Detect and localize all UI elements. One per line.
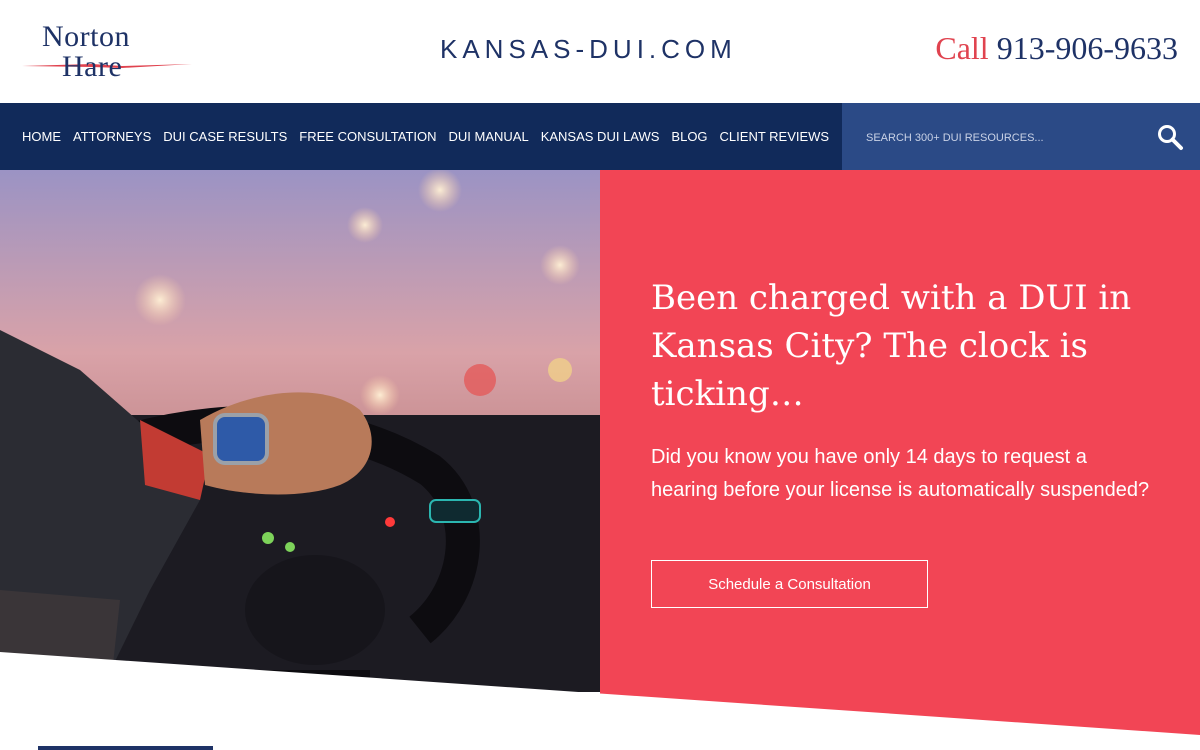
logo-line-2: Hare [62, 50, 123, 83]
search-icon[interactable] [1156, 123, 1184, 151]
norton-hare-logo[interactable]: Norton Hare [22, 18, 192, 84]
hero-headline: Been charged with a DUI in Kansas City? … [651, 278, 1132, 414]
search-bar [842, 103, 1200, 170]
phone-number: 913-906-9633 [996, 30, 1178, 66]
nav-item-kansas-dui-laws[interactable]: KANSAS DUI LAWS [541, 129, 660, 144]
nav-item-attorneys[interactable]: ATTORNEYS [73, 129, 151, 144]
search-input[interactable] [864, 125, 1138, 151]
phone-link[interactable]: Call 913-906-9633 [935, 30, 1178, 67]
logo-line-1: Norton [42, 20, 130, 53]
nav-item-home[interactable]: HOME [22, 129, 61, 144]
nav-item-free-consultation[interactable]: FREE CONSULTATION [299, 129, 436, 144]
site-header: Norton Hare KANSAS-DUI.COM Call 913-906-… [0, 0, 1200, 103]
nav-item-dui-case-results[interactable]: DUI CASE RESULTS [163, 129, 287, 144]
nav-item-blog[interactable]: BLOG [671, 129, 707, 144]
hero-diagonal-cut [0, 652, 1200, 750]
phone-call-label: Call [935, 30, 989, 66]
hero-driving-photo [0, 170, 600, 692]
nav-item-client-reviews[interactable]: CLIENT REVIEWS [720, 129, 830, 144]
hero-subtext: Did you know you have only 14 days to re… [651, 446, 1150, 501]
schedule-consultation-button[interactable]: Schedule a Consultation [651, 560, 928, 608]
site-name[interactable]: KANSAS-DUI.COM [440, 34, 737, 65]
nav-item-dui-manual[interactable]: DUI MANUAL [449, 129, 529, 144]
main-nav: HOME ATTORNEYS DUI CASE RESULTS FREE CON… [0, 103, 842, 170]
section-accent-bar [38, 746, 213, 750]
